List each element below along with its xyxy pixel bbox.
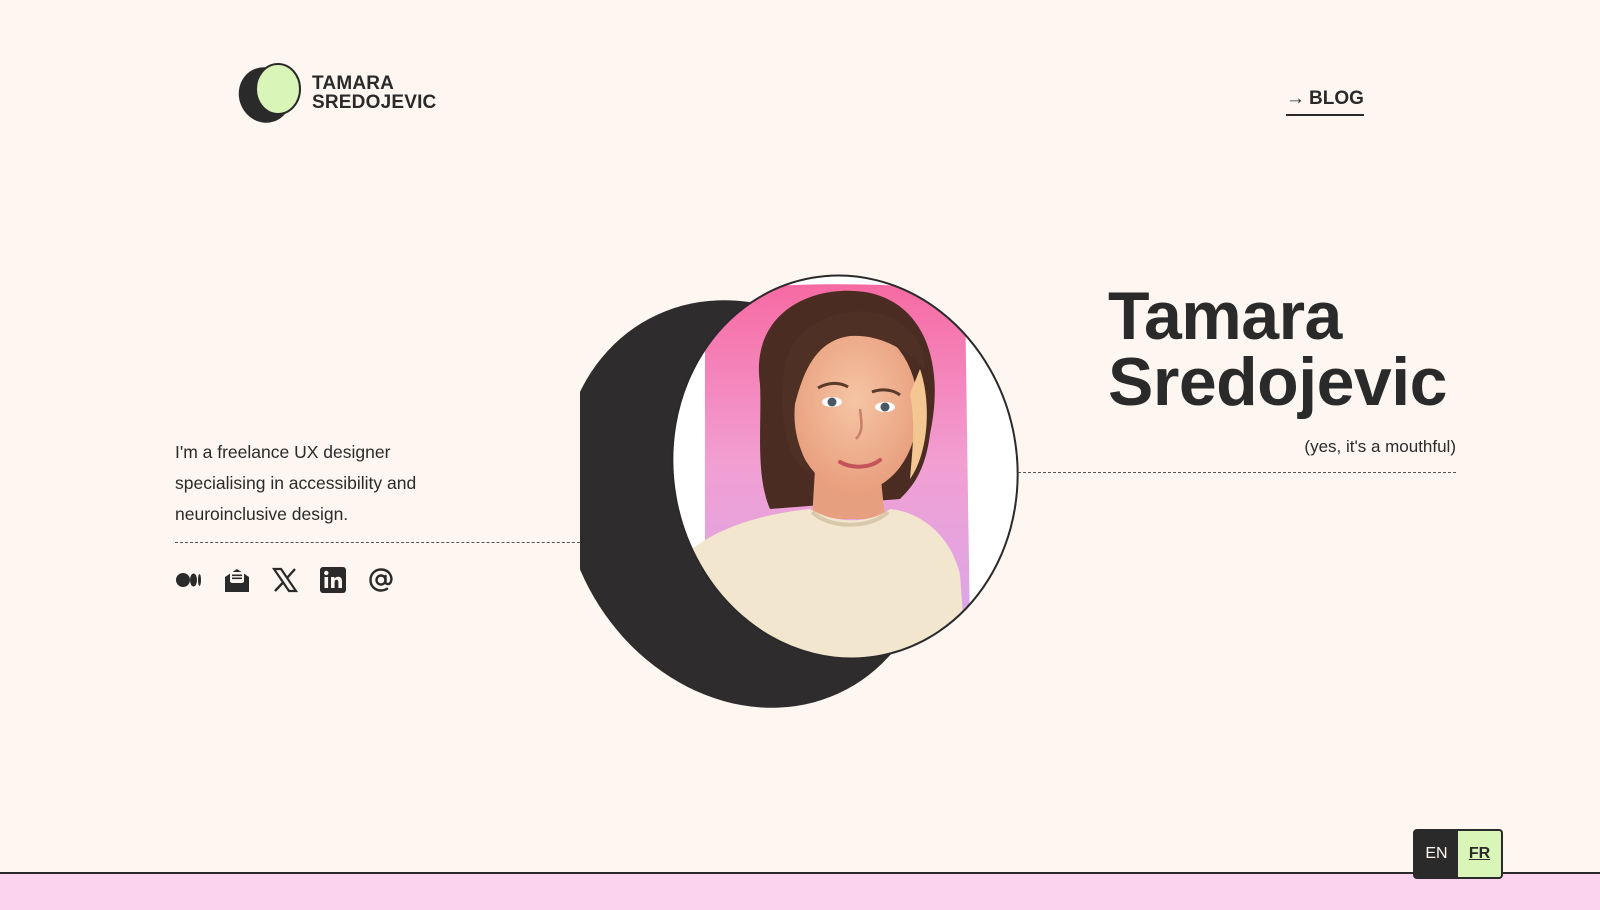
x-icon [272, 567, 298, 593]
linkedin-link[interactable] [319, 566, 347, 594]
lang-fr-button[interactable]: FR [1458, 831, 1501, 877]
logo-line1: TAMARA [312, 73, 395, 94]
portrait-image [560, 274, 1019, 708]
name-divider [1018, 472, 1456, 473]
email-link[interactable] [367, 566, 395, 594]
logo-line2: SREDOJEVIC [312, 92, 437, 113]
email-icon [369, 568, 393, 592]
language-switch: EN FR [1413, 829, 1503, 879]
x-link[interactable] [271, 566, 299, 594]
medium-icon [176, 573, 201, 587]
linkedin-icon [320, 567, 346, 593]
logo-blob-icon [238, 63, 301, 123]
newsletter-icon [225, 569, 249, 592]
portrait [560, 274, 1020, 714]
intro-divider [175, 542, 600, 543]
site-logo[interactable]: TAMARA SREDOJEVIC [238, 62, 436, 124]
newsletter-link[interactable] [223, 566, 251, 594]
arrow-right-icon: → [1286, 88, 1305, 109]
name-first: Tamara [1108, 278, 1342, 354]
name-aside: (yes, it's a mouthful) [1304, 437, 1456, 456]
blog-label: BLOG [1309, 88, 1364, 109]
blog-link[interactable]: → BLOG [1286, 88, 1364, 116]
hero-name: Tamara Sredojevic [1108, 278, 1447, 420]
footer-band [0, 872, 1600, 910]
social-links [175, 566, 395, 594]
intro-text: I'm a freelance UX designer specialising… [175, 442, 417, 524]
lang-en-button[interactable]: EN [1415, 831, 1458, 877]
medium-link[interactable] [175, 566, 203, 594]
logo-text: TAMARA SREDOJEVIC [312, 74, 436, 112]
name-last: Sredojevic [1108, 344, 1447, 420]
